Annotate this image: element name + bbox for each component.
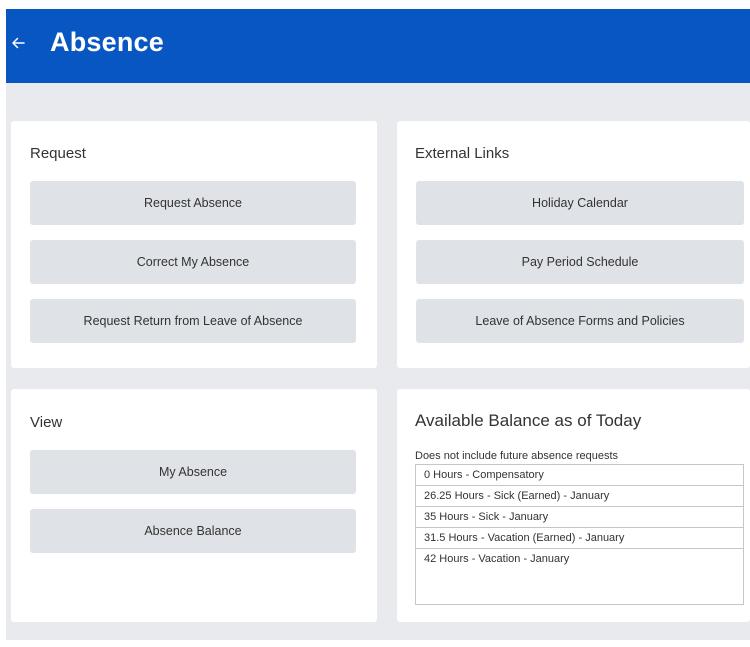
- request-card-title: Request: [30, 145, 86, 162]
- view-card: View My Absence Absence Balance: [11, 389, 377, 622]
- balance-card-title: Available Balance as of Today: [415, 411, 642, 430]
- app-header: Absence: [6, 9, 750, 83]
- balance-row: 26.25 Hours - Sick (Earned) - January: [416, 486, 743, 507]
- balance-row: 0 Hours - Compensatory: [416, 465, 743, 486]
- page-title: Absence: [50, 27, 164, 57]
- balance-row: 31.5 Hours - Vacation (Earned) - January: [416, 528, 743, 549]
- leave-of-absence-forms-link[interactable]: Leave of Absence Forms and Policies: [416, 299, 744, 343]
- balance-row: 42 Hours - Vacation - January: [424, 553, 570, 565]
- request-card: Request Request Absence Correct My Absen…: [11, 121, 377, 368]
- pay-period-schedule-link[interactable]: Pay Period Schedule: [416, 240, 744, 284]
- external-links-card-title: External Links: [415, 145, 510, 162]
- request-return-from-leave-button[interactable]: Request Return from Leave of Absence: [30, 299, 356, 343]
- my-absence-button[interactable]: My Absence: [30, 450, 356, 494]
- page-bottom-margin: [6, 640, 750, 647]
- view-card-title: View: [30, 414, 63, 431]
- external-links-card: External Links Holiday Calendar Pay Peri…: [397, 121, 750, 368]
- request-absence-button[interactable]: Request Absence: [30, 181, 356, 225]
- correct-my-absence-button[interactable]: Correct My Absence: [30, 240, 356, 284]
- holiday-calendar-link[interactable]: Holiday Calendar: [416, 181, 744, 225]
- balance-table: 0 Hours - Compensatory 26.25 Hours - Sic…: [415, 464, 744, 605]
- balance-card: Available Balance as of Today Does not i…: [397, 389, 750, 622]
- balance-note: Does not include future absence requests: [415, 450, 619, 462]
- balance-row: 35 Hours - Sick - January: [416, 507, 743, 528]
- absence-balance-button[interactable]: Absence Balance: [30, 509, 356, 553]
- arrow-left-icon[interactable]: [10, 35, 26, 51]
